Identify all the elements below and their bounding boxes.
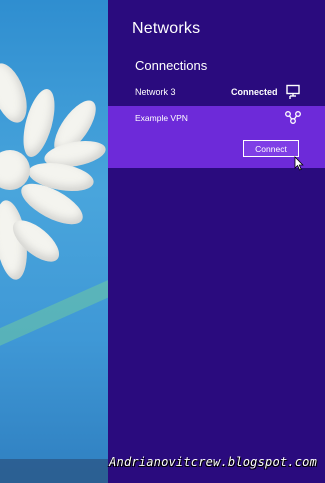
connections-header: Connections [135,58,208,73]
vpn-item[interactable]: Example VPN Connect [108,106,325,168]
connect-button[interactable]: Connect [243,140,299,157]
desktop-wallpaper [0,0,108,483]
vpn-name: Example VPN [135,113,188,123]
networks-charm-panel: Networks Connections Network 3 Connected… [108,0,325,483]
vpn-icon [284,110,302,126]
network-status: Connected [231,87,278,97]
panel-title: Networks [132,20,201,37]
mouse-cursor-icon [294,156,304,171]
network-item[interactable]: Network 3 Connected [108,82,325,104]
wired-network-icon [285,84,301,100]
taskbar [0,459,108,483]
network-name: Network 3 [135,87,176,97]
watermark: Andrianovitcrew.blogspot.com [109,455,317,469]
